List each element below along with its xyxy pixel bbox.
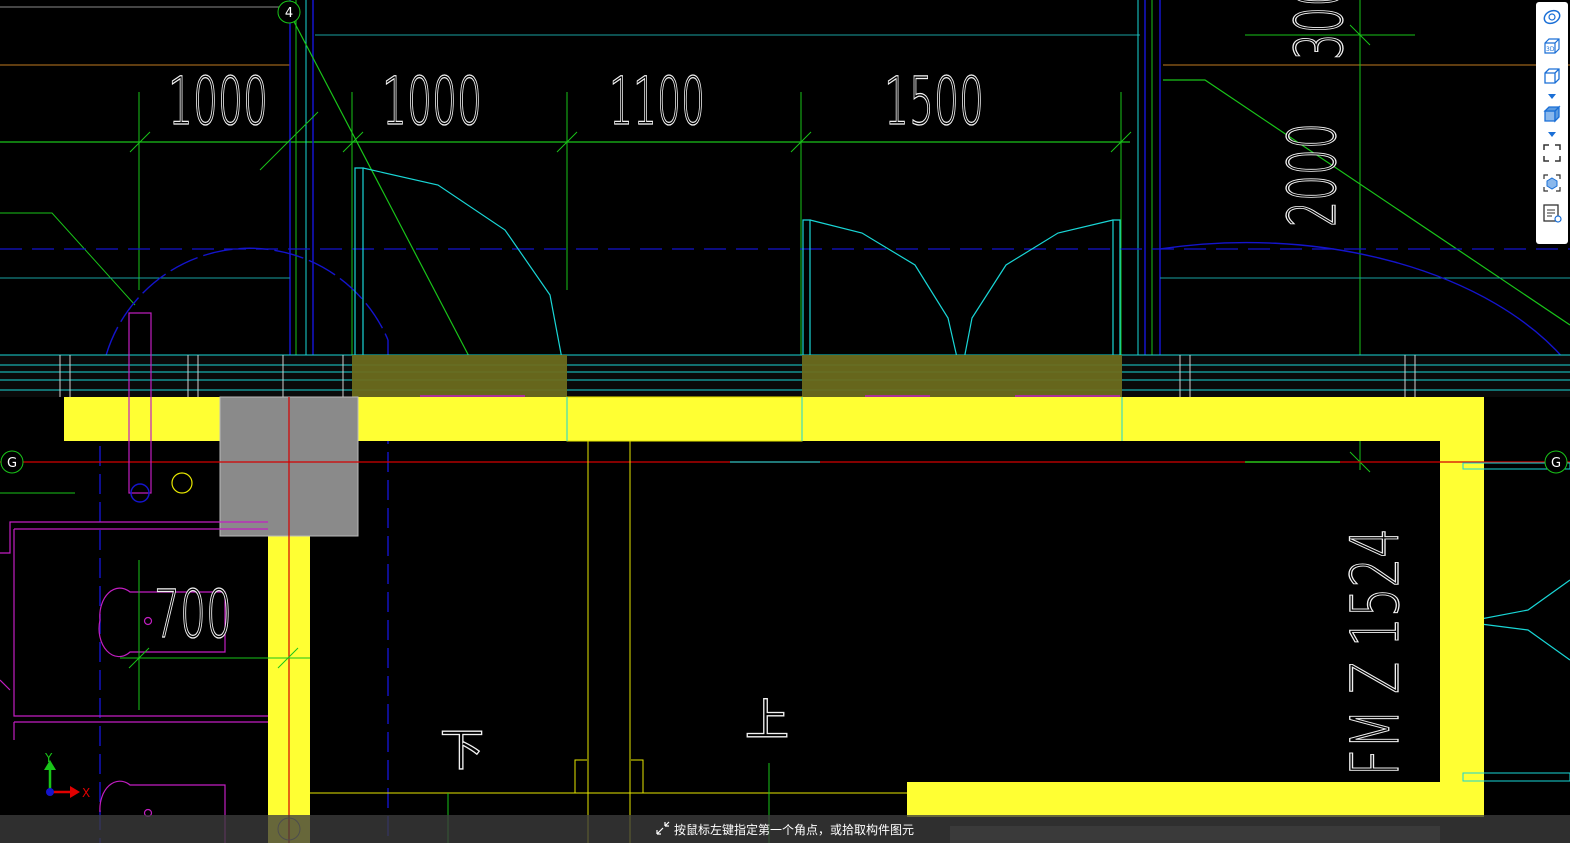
component-view-icon [1543,174,1561,192]
stair-up-label: 上 [745,695,789,746]
dim-1500: 1500 [884,63,984,140]
grid-bubble-g-left: G [0,450,24,474]
command-prompt-text: 按鼠标左键指定第一个角点，或拾取构件图元 [674,823,915,837]
stair-down-label: 下 [440,725,484,776]
box-view-icon [1544,68,1560,84]
dim-700: 700 [154,576,232,653]
dim-1000-b: 1000 [382,63,482,140]
properties-icon [1543,204,1562,223]
ucs-y-label: Y [44,751,53,765]
box-view-button[interactable] [1536,62,1568,92]
zoom-extents-button[interactable] [1536,138,1568,168]
dim-2000: 2000 [1274,123,1351,227]
3d-view-button[interactable]: 3D [1536,32,1568,62]
orbit-button[interactable] [1536,2,1568,32]
ucs-x-label: X [82,786,90,800]
view-toolbar: 3D [1536,2,1568,244]
dim-300: 300 [1281,0,1358,60]
door-tag: FM Z 1524 [1337,528,1414,776]
dim-1000-a: 1000 [168,63,268,140]
orbit-icon [1543,9,1561,25]
ucs-icon: Y X [44,751,90,800]
svg-text:G: G [1551,456,1561,471]
chevron-down-icon [1548,131,1556,137]
3d-view-icon: 3D [1544,38,1560,54]
dim-1100: 1100 [609,63,705,140]
grid-bubble-g-right: G [1544,450,1568,474]
properties-button[interactable] [1536,198,1568,228]
command-prompt-bar: 按鼠标左键指定第一个角点，或拾取构件图元 [0,815,1570,843]
grid-bubble-4: 4 [277,0,301,24]
solid-box-dropdown[interactable] [1536,130,1568,138]
component-view-button[interactable] [1536,168,1568,198]
svg-text:3D: 3D [1546,46,1555,53]
solid-box-button[interactable] [1536,100,1568,130]
chevron-down-icon [1548,93,1556,99]
solid-box-icon [1543,105,1561,123]
zoom-extents-icon [1543,144,1561,162]
select-corner-icon [656,821,670,835]
cad-canvas[interactable]: 1000 1000 1100 1500 700 2000 300 FM Z 15… [0,0,1570,843]
svg-text:4: 4 [285,6,293,21]
svg-text:G: G [7,456,17,471]
box-view-dropdown[interactable] [1536,92,1568,100]
